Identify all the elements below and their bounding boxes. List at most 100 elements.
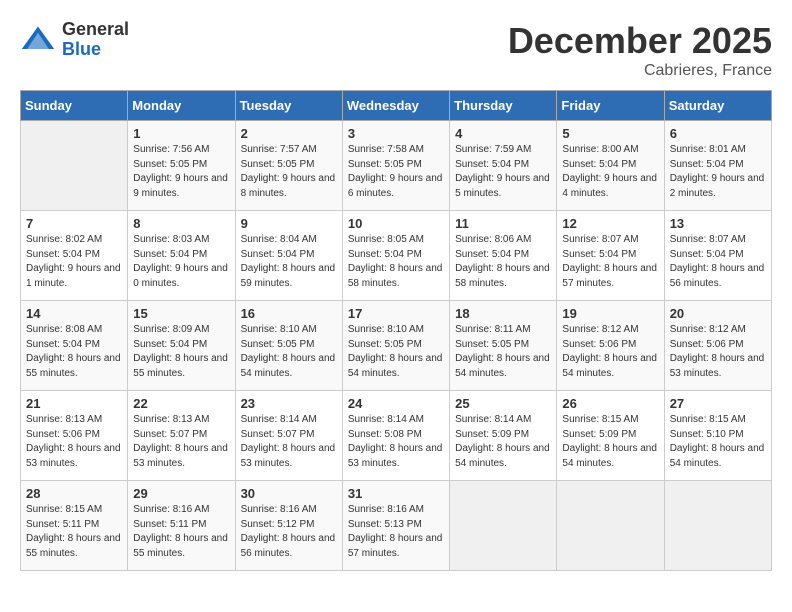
day-cell: 10 Sunrise: 8:05 AM Sunset: 5:04 PM Dayli… [342, 211, 449, 301]
day-number: 13 [670, 216, 766, 231]
day-info: Sunrise: 8:11 AM Sunset: 5:05 PM Dayligh… [455, 323, 551, 381]
day-cell: 14Sunrise: 8:08 AM Sunset: 5:04 PM Dayli… [21, 301, 128, 391]
day-cell: 20 Sunrise: 8:12 AM Sunset: 5:06 PM Dayli… [664, 301, 771, 391]
day-number: 27 [670, 396, 766, 411]
week-row-1: 7 Sunrise: 8:02 AM Sunset: 5:04 PM Daylig… [21, 211, 772, 301]
calendar-subtitle: Cabrieres, France [508, 62, 772, 80]
day-number: 7 [26, 216, 122, 231]
day-cell: 1Sunrise: 7:56 AM Sunset: 5:05 PM Daylig… [128, 121, 235, 211]
day-number: 24 [348, 396, 444, 411]
day-cell: 5 Sunrise: 8:00 AM Sunset: 5:04 PM Daylig… [557, 121, 664, 211]
day-number: 15 [133, 306, 229, 321]
day-number: 21 [26, 396, 122, 411]
header-row: SundayMondayTuesdayWednesdayThursdayFrid… [21, 91, 772, 121]
day-info: Sunrise: 8:12 AM Sunset: 5:06 PM Dayligh… [670, 323, 766, 381]
day-cell: 4 Sunrise: 7:59 AM Sunset: 5:04 PM Daylig… [450, 121, 557, 211]
day-info: Sunrise: 8:13 AM Sunset: 5:07 PM Dayligh… [133, 413, 229, 471]
header-day-wednesday: Wednesday [342, 91, 449, 121]
header-day-saturday: Saturday [664, 91, 771, 121]
day-info: Sunrise: 8:15 AM Sunset: 5:11 PM Dayligh… [26, 503, 122, 561]
day-number: 6 [670, 126, 766, 141]
day-number: 26 [562, 396, 658, 411]
day-number: 5 [562, 126, 658, 141]
calendar-table: SundayMondayTuesdayWednesdayThursdayFrid… [20, 90, 772, 571]
day-info: Sunrise: 8:07 AM Sunset: 5:04 PM Dayligh… [562, 233, 658, 291]
calendar-body: 1Sunrise: 7:56 AM Sunset: 5:05 PM Daylig… [21, 121, 772, 571]
day-number: 3 [348, 126, 444, 141]
day-number: 16 [241, 306, 337, 321]
day-info: Sunrise: 8:16 AM Sunset: 5:11 PM Dayligh… [133, 503, 229, 561]
day-cell: 22 Sunrise: 8:13 AM Sunset: 5:07 PM Dayli… [128, 391, 235, 481]
day-number: 9 [241, 216, 337, 231]
day-info: Sunrise: 8:07 AM Sunset: 5:04 PM Dayligh… [670, 233, 766, 291]
header: General Blue December 2025 Cabrieres, Fr… [20, 20, 772, 80]
day-cell: 29Sunrise: 8:16 AM Sunset: 5:11 PM Dayli… [128, 481, 235, 571]
day-info: Sunrise: 8:09 AM Sunset: 5:04 PM Dayligh… [133, 323, 229, 381]
day-number: 20 [670, 306, 766, 321]
day-info: Sunrise: 7:57 AM Sunset: 5:05 PM Dayligh… [241, 143, 337, 201]
logo-icon [20, 22, 56, 58]
header-day-friday: Friday [557, 91, 664, 121]
day-number: 22 [133, 396, 229, 411]
day-number: 19 [562, 306, 658, 321]
logo-general-text: General [62, 20, 129, 40]
day-cell: 17 Sunrise: 8:10 AM Sunset: 5:05 PM Dayli… [342, 301, 449, 391]
day-number: 31 [348, 486, 444, 501]
day-info: Sunrise: 7:58 AM Sunset: 5:05 PM Dayligh… [348, 143, 444, 201]
day-info: Sunrise: 8:04 AM Sunset: 5:04 PM Dayligh… [241, 233, 337, 291]
day-info: Sunrise: 8:01 AM Sunset: 5:04 PM Dayligh… [670, 143, 766, 201]
day-info: Sunrise: 7:56 AM Sunset: 5:05 PM Dayligh… [133, 143, 229, 201]
day-number: 2 [241, 126, 337, 141]
day-info: Sunrise: 8:10 AM Sunset: 5:05 PM Dayligh… [241, 323, 337, 381]
day-number: 18 [455, 306, 551, 321]
calendar-title: December 2025 [508, 20, 772, 62]
day-number: 8 [133, 216, 229, 231]
day-number: 11 [455, 216, 551, 231]
day-cell: 26 Sunrise: 8:15 AM Sunset: 5:09 PM Dayli… [557, 391, 664, 481]
day-cell: 25 Sunrise: 8:14 AM Sunset: 5:09 PM Dayli… [450, 391, 557, 481]
day-number: 17 [348, 306, 444, 321]
day-number: 10 [348, 216, 444, 231]
logo-text: General Blue [62, 20, 129, 60]
day-info: Sunrise: 8:12 AM Sunset: 5:06 PM Dayligh… [562, 323, 658, 381]
day-cell: 8 Sunrise: 8:03 AM Sunset: 5:04 PM Daylig… [128, 211, 235, 301]
day-number: 25 [455, 396, 551, 411]
day-info: Sunrise: 8:14 AM Sunset: 5:09 PM Dayligh… [455, 413, 551, 471]
day-info: Sunrise: 8:00 AM Sunset: 5:04 PM Dayligh… [562, 143, 658, 201]
day-info: Sunrise: 8:14 AM Sunset: 5:08 PM Dayligh… [348, 413, 444, 471]
week-row-3: 21 Sunrise: 8:13 AM Sunset: 5:06 PM Dayli… [21, 391, 772, 481]
header-day-monday: Monday [128, 91, 235, 121]
day-cell: 7 Sunrise: 8:02 AM Sunset: 5:04 PM Daylig… [21, 211, 128, 301]
day-cell: 18 Sunrise: 8:11 AM Sunset: 5:05 PM Dayli… [450, 301, 557, 391]
day-cell: 31Sunrise: 8:16 AM Sunset: 5:13 PM Dayli… [342, 481, 449, 571]
day-info: Sunrise: 8:03 AM Sunset: 5:04 PM Dayligh… [133, 233, 229, 291]
day-cell: 3 Sunrise: 7:58 AM Sunset: 5:05 PM Daylig… [342, 121, 449, 211]
day-cell: 16 Sunrise: 8:10 AM Sunset: 5:05 PM Dayli… [235, 301, 342, 391]
day-info: Sunrise: 8:02 AM Sunset: 5:04 PM Dayligh… [26, 233, 122, 291]
day-cell [450, 481, 557, 571]
day-info: Sunrise: 8:13 AM Sunset: 5:06 PM Dayligh… [26, 413, 122, 471]
day-number: 12 [562, 216, 658, 231]
day-number: 28 [26, 486, 122, 501]
header-day-tuesday: Tuesday [235, 91, 342, 121]
day-info: Sunrise: 8:10 AM Sunset: 5:05 PM Dayligh… [348, 323, 444, 381]
day-cell: 27 Sunrise: 8:15 AM Sunset: 5:10 PM Dayli… [664, 391, 771, 481]
day-info: Sunrise: 8:06 AM Sunset: 5:04 PM Dayligh… [455, 233, 551, 291]
logo-blue-text: Blue [62, 40, 129, 60]
day-info: Sunrise: 8:05 AM Sunset: 5:04 PM Dayligh… [348, 233, 444, 291]
logo: General Blue [20, 20, 129, 60]
day-info: Sunrise: 8:15 AM Sunset: 5:10 PM Dayligh… [670, 413, 766, 471]
day-number: 14 [26, 306, 122, 321]
header-day-thursday: Thursday [450, 91, 557, 121]
day-number: 4 [455, 126, 551, 141]
day-info: Sunrise: 7:59 AM Sunset: 5:04 PM Dayligh… [455, 143, 551, 201]
day-cell [21, 121, 128, 211]
day-info: Sunrise: 8:15 AM Sunset: 5:09 PM Dayligh… [562, 413, 658, 471]
day-cell: 2 Sunrise: 7:57 AM Sunset: 5:05 PM Daylig… [235, 121, 342, 211]
week-row-4: 28 Sunrise: 8:15 AM Sunset: 5:11 PM Dayli… [21, 481, 772, 571]
day-cell: 13 Sunrise: 8:07 AM Sunset: 5:04 PM Dayli… [664, 211, 771, 301]
day-cell: 11 Sunrise: 8:06 AM Sunset: 5:04 PM Dayli… [450, 211, 557, 301]
day-cell: 6 Sunrise: 8:01 AM Sunset: 5:04 PM Daylig… [664, 121, 771, 211]
title-area: December 2025 Cabrieres, France [508, 20, 772, 80]
week-row-2: 14Sunrise: 8:08 AM Sunset: 5:04 PM Dayli… [21, 301, 772, 391]
